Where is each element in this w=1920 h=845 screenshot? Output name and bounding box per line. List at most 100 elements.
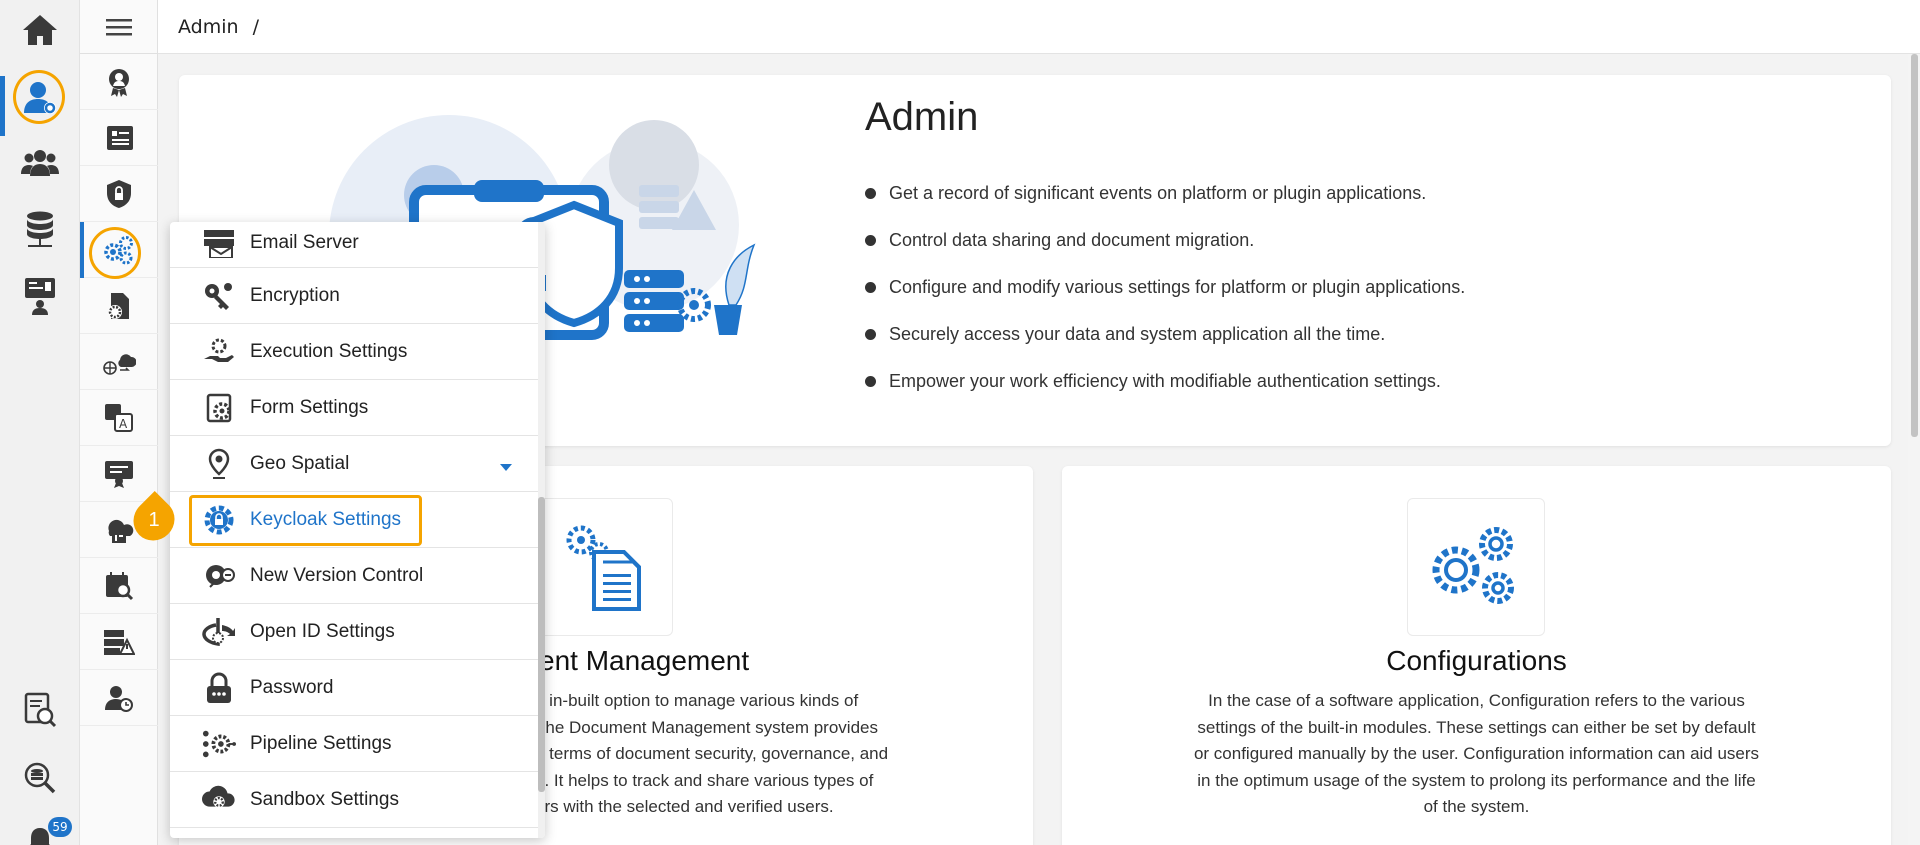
menu-item-label: Execution Settings [250, 340, 408, 362]
description-line: in the optimum usage of the system to pr… [1197, 770, 1756, 790]
document-management-card-icon-box [535, 498, 673, 636]
email-server-icon [202, 226, 236, 260]
certificate-icon [105, 460, 133, 488]
menu-item-label: Pipeline Settings [250, 732, 392, 754]
description-line: The Document Management system provides [535, 717, 878, 737]
hamburger-icon [105, 18, 132, 35]
schedule-search-icon [106, 571, 134, 600]
admin-nav-item[interactable] [0, 70, 80, 136]
database-icon [27, 211, 53, 247]
document-settings-nav-item[interactable] [80, 278, 158, 334]
api-cloud-icon [108, 519, 134, 543]
document-management-icon [107, 125, 133, 150]
menu-item-new-version-control[interactable]: New Version Control [170, 548, 538, 604]
menu-toggle-button[interactable] [80, 0, 157, 54]
certificate-nav-item[interactable] [80, 446, 158, 502]
users-group-icon [21, 150, 59, 176]
feature-item: Empower your work efficiency with modifi… [865, 371, 1465, 418]
configurations-gears-icon [1432, 527, 1514, 604]
menu-item-label: Password [250, 676, 334, 698]
configurations-nav-item[interactable] [80, 222, 158, 279]
keycloak-icon [202, 503, 236, 537]
breadcrumb-admin[interactable]: Admin [178, 16, 239, 38]
menu-item-label: Open ID Settings [250, 620, 395, 642]
schedule-search-nav-item[interactable] [80, 558, 158, 614]
lock-icon [202, 671, 236, 705]
page-scrollbar-thumb[interactable] [1911, 54, 1918, 437]
map-pin-icon [202, 447, 236, 481]
pipeline-icon [202, 727, 236, 761]
document-management-card-description: n in-built option to manage various kind… [535, 688, 935, 821]
description-line: settings of the built-in modules. These … [1197, 717, 1756, 737]
configurations-card-description: In the case of a software application, C… [1162, 688, 1791, 821]
language-icon: A [105, 403, 133, 432]
report-search-nav-item[interactable] [0, 682, 80, 738]
page-scrollbar[interactable] [1908, 54, 1920, 845]
server-alert-nav-item[interactable] [80, 614, 158, 670]
configurations-card-icon-box [1407, 498, 1545, 636]
menu-scrollbar[interactable] [538, 222, 545, 838]
home-icon [23, 15, 57, 45]
primary-nav-rail: 59 [0, 0, 80, 845]
home-nav-item[interactable] [0, 2, 80, 58]
menu-item-pipeline-settings[interactable]: Pipeline Settings [170, 716, 538, 772]
highlight-ring [89, 227, 141, 279]
menu-item-encryption[interactable]: Encryption [170, 268, 538, 324]
document-management-nav-item[interactable] [80, 110, 158, 166]
menu-item-label: Keycloak Settings [250, 508, 402, 530]
sandbox-icon [202, 783, 236, 817]
description-line: n terms of document security, governance… [535, 744, 889, 763]
chevron-down-icon[interactable] [500, 464, 512, 472]
page-title: Admin [865, 95, 979, 139]
feature-list: Get a record of significant events on pl… [865, 183, 1465, 418]
configurations-card[interactable]: Configurations In the case of a software… [1062, 466, 1891, 845]
user-history-nav-item[interactable] [80, 670, 158, 726]
report-search-icon [24, 692, 57, 728]
menu-item-password[interactable]: Password [170, 660, 538, 716]
description-line: ers with the selected and verified users… [535, 797, 834, 816]
data-nav-item[interactable] [0, 202, 80, 258]
version-control-icon [202, 559, 236, 593]
presentation-nav-item[interactable] [0, 268, 80, 324]
audit-icon [109, 68, 129, 97]
security-nav-item[interactable] [80, 166, 158, 222]
audit-nav-item[interactable] [80, 54, 158, 110]
step-marker-number: 1 [148, 508, 160, 531]
user-history-icon [105, 685, 133, 712]
menu-item-form-settings[interactable]: Form Settings [170, 380, 538, 436]
description-line: In the case of a software application, C… [1208, 691, 1745, 710]
menu-item-label: Geo Spatial [250, 452, 350, 474]
configurations-menu: Email Server Encryption Execution Settin… [170, 222, 545, 838]
execution-settings-icon [202, 335, 236, 369]
menu-scrollbar-thumb[interactable] [538, 497, 545, 792]
data-search-nav-item[interactable] [0, 750, 80, 806]
menu-item-label: Email Server [250, 231, 359, 253]
menu-item-open-id-settings[interactable]: Open ID Settings [170, 604, 538, 660]
breadcrumb-separator: / [252, 15, 259, 38]
document-management-card-title: ent Management [539, 645, 750, 676]
feature-item: Control data sharing and document migrat… [865, 230, 1465, 277]
menu-item-email-server[interactable]: Email Server [170, 222, 538, 268]
notification-count-badge: 59 [48, 817, 72, 837]
menu-item-sandbox-settings[interactable]: Sandbox Settings [170, 772, 538, 828]
breadcrumb: Admin / [158, 0, 1920, 54]
highlight-ring [13, 70, 65, 124]
data-search-icon [24, 762, 56, 794]
admin-sub-sidebar: A [80, 0, 158, 845]
menu-item-label: Form Settings [250, 396, 369, 418]
form-settings-icon [202, 391, 236, 425]
openid-icon [202, 615, 236, 649]
menu-item-geo-spatial[interactable]: Geo Spatial [170, 436, 538, 492]
menu-item-label: Sandbox Settings [250, 788, 399, 810]
language-nav-item[interactable]: A [80, 390, 158, 446]
users-nav-item[interactable] [0, 135, 80, 191]
menu-item-label: New Version Control [250, 564, 424, 586]
security-icon [107, 179, 131, 208]
feature-item: Get a record of significant events on pl… [865, 183, 1465, 230]
menu-item-execution-settings[interactable]: Execution Settings [170, 324, 538, 380]
presentation-icon [25, 278, 55, 315]
feature-item: Configure and modify various settings fo… [865, 277, 1465, 324]
network-cloud-nav-item[interactable] [80, 334, 158, 390]
svg-text:A: A [119, 417, 128, 431]
menu-item-keycloak-settings[interactable]: Keycloak Settings [170, 492, 538, 548]
